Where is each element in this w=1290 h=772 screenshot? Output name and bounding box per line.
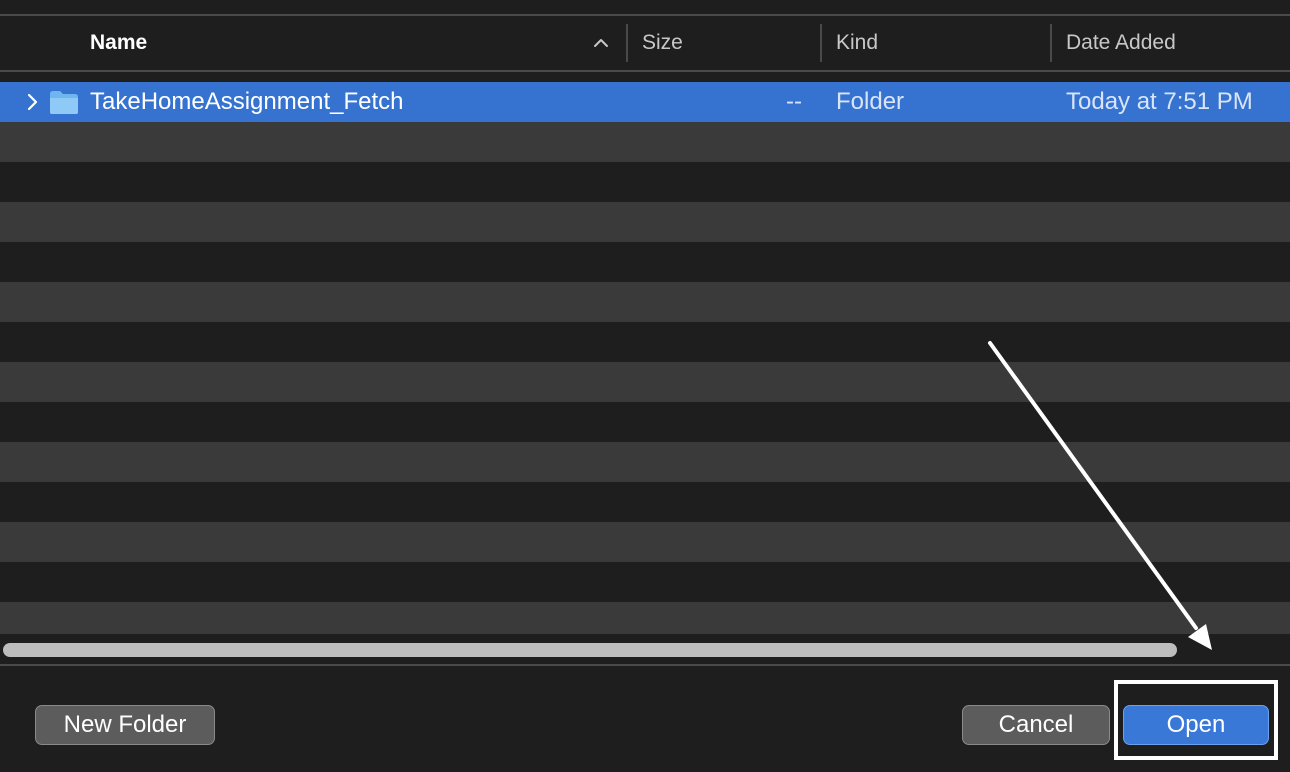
empty-row — [0, 362, 1290, 402]
header-divider — [0, 70, 1290, 72]
column-header-name[interactable]: Name — [90, 16, 147, 70]
chevron-right-icon[interactable] — [24, 91, 42, 113]
column-header-kind[interactable]: Kind — [836, 16, 878, 70]
file-list[interactable] — [0, 82, 1290, 634]
empty-row — [0, 522, 1290, 562]
empty-row — [0, 482, 1290, 522]
empty-row — [0, 442, 1290, 482]
column-separator[interactable] — [626, 24, 628, 62]
empty-row — [0, 402, 1290, 442]
column-header-date-added[interactable]: Date Added — [1066, 16, 1176, 70]
empty-row — [0, 202, 1290, 242]
column-separator[interactable] — [820, 24, 822, 62]
file-row-selected[interactable]: TakeHomeAssignment_Fetch -- Folder Today… — [0, 82, 1290, 122]
cancel-button[interactable]: Cancel — [962, 705, 1110, 745]
empty-row — [0, 562, 1290, 602]
open-button-highlight — [1114, 680, 1278, 760]
file-date-added: Today at 7:51 PM — [1066, 88, 1253, 115]
empty-row — [0, 162, 1290, 202]
column-header-bar: Name Size Kind Date Added — [0, 16, 1290, 70]
folder-icon — [50, 91, 78, 114]
empty-row — [0, 122, 1290, 162]
sort-ascending-icon[interactable] — [592, 34, 610, 52]
column-header-size[interactable]: Size — [642, 16, 683, 70]
footer-divider — [0, 664, 1290, 666]
empty-row — [0, 282, 1290, 322]
file-kind: Folder — [836, 88, 905, 115]
column-separator[interactable] — [1050, 24, 1052, 62]
horizontal-scrollbar-thumb[interactable] — [3, 643, 1177, 657]
empty-row — [0, 242, 1290, 282]
new-folder-button[interactable]: New Folder — [35, 705, 215, 745]
empty-row — [0, 602, 1290, 634]
file-name: TakeHomeAssignment_Fetch — [90, 88, 404, 115]
empty-row — [0, 322, 1290, 362]
file-size: -- — [786, 88, 802, 115]
